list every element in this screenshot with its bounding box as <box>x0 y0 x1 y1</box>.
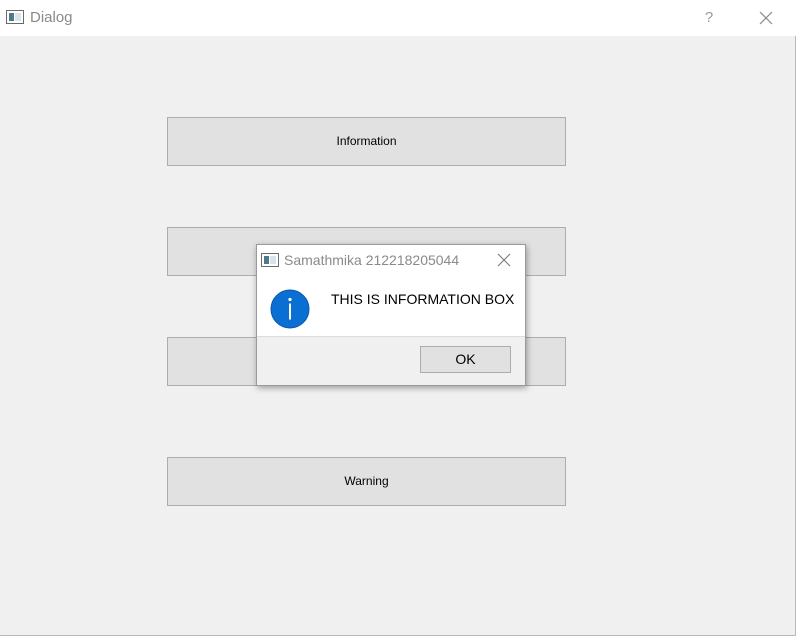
title-bar: Dialog ? <box>0 0 796 36</box>
window-title: Dialog <box>30 9 73 26</box>
information-message-box: Samathmika 212218205044 THIS IS INFORMAT… <box>256 244 526 386</box>
close-icon <box>497 253 511 267</box>
help-button[interactable]: ? <box>692 4 726 32</box>
message-box-app-icon <box>261 253 279 267</box>
warning-button[interactable]: Warning <box>167 457 566 506</box>
information-icon <box>270 289 310 329</box>
message-box-footer: OK <box>257 336 525 385</box>
message-box-title-bar: Samathmika 212218205044 <box>257 245 525 275</box>
close-button[interactable] <box>748 4 784 32</box>
app-icon <box>6 10 24 24</box>
information-button[interactable]: Information <box>167 117 566 166</box>
message-text: THIS IS INFORMATION BOX <box>331 291 515 307</box>
message-box-title: Samathmika 212218205044 <box>284 252 460 268</box>
close-icon <box>759 11 773 25</box>
ok-button[interactable]: OK <box>420 346 511 373</box>
message-box-close-button[interactable] <box>493 250 515 270</box>
